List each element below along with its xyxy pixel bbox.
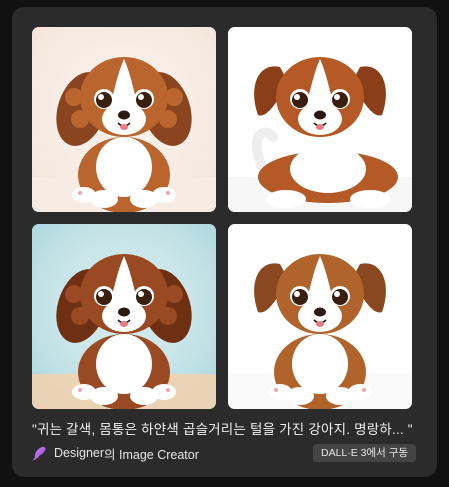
credit-suffix: 의 Image Creator	[104, 447, 199, 462]
model-badge: DALL·E 3에서 구동	[313, 444, 417, 462]
prompt-caption: "귀는 갈색, 몸통은 하얀색 곱슬거리는 털을 가진 강아지. 명랑하... …	[32, 422, 413, 437]
puppy-image-2[interactable]	[228, 27, 412, 212]
puppy-image-3[interactable]	[32, 224, 216, 409]
designer-logo-icon	[33, 446, 46, 461]
credit-brand: Designer	[54, 446, 105, 460]
puppy-image-4[interactable]	[228, 224, 412, 409]
designer-credit-link[interactable]: Designer 의 Image Creator	[32, 444, 199, 462]
image-results-card: "귀는 갈색, 몸통은 하얀색 곱슬거리는 털을 가진 강아지. 명랑하... …	[12, 7, 437, 477]
puppy-image-1[interactable]	[32, 27, 216, 212]
